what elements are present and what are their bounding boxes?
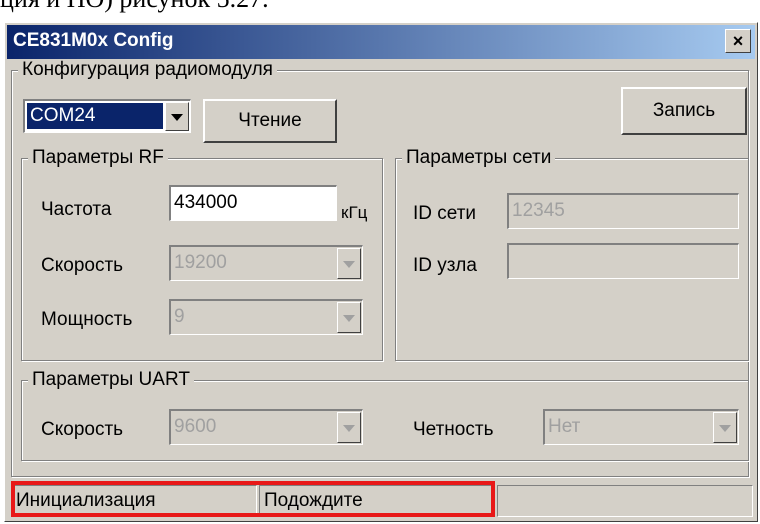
parity-value: Нет: [548, 416, 581, 437]
uart-speed-value: 9600: [174, 416, 217, 437]
rf-params-legend: Параметры RF: [28, 147, 168, 169]
uart-params-legend: Параметры UART: [28, 369, 194, 391]
status-highlight-box: [11, 481, 495, 517]
chevron-down-icon: [343, 424, 355, 432]
uart-speed-dropdown-button[interactable]: [337, 412, 361, 443]
parity-label: Четность: [413, 419, 494, 440]
port-dropdown-button[interactable]: [165, 102, 189, 131]
power-dropdown-button[interactable]: [337, 302, 361, 333]
rf-speed-dropdown-button[interactable]: [337, 248, 361, 279]
parity-select[interactable]: Нет: [543, 409, 739, 445]
rf-speed-value: 19200: [174, 252, 227, 273]
title-bar[interactable]: CE831M0x Config ×: [7, 25, 755, 59]
power-select[interactable]: 9: [169, 299, 363, 335]
chevron-down-icon: [171, 113, 183, 121]
power-value: 9: [174, 306, 185, 327]
document-caption-fragment: ция и ПО) рисунок 5.27.: [0, 0, 269, 14]
parity-dropdown-button[interactable]: [713, 412, 737, 443]
port-select-value: COM24: [27, 103, 163, 129]
close-button[interactable]: ×: [725, 29, 751, 53]
read-button[interactable]: Чтение: [203, 99, 337, 143]
node-id-input[interactable]: [507, 243, 739, 279]
net-id-input[interactable]: 12345: [507, 193, 739, 229]
close-icon: ×: [732, 31, 744, 51]
port-select[interactable]: COM24: [23, 99, 191, 133]
frequency-unit: кГц: [341, 203, 368, 222]
uart-speed-label: Скорость: [41, 419, 124, 440]
window-title: CE831M0x Config: [13, 30, 174, 51]
frequency-label: Частота: [41, 199, 112, 220]
net-id-label: ID сети: [413, 203, 477, 224]
radio-module-legend: Конфигурация радиомодуля: [18, 59, 277, 81]
chevron-down-icon: [343, 260, 355, 268]
write-button[interactable]: Запись: [621, 87, 747, 135]
frequency-input[interactable]: 434000: [169, 185, 337, 221]
chevron-down-icon: [719, 424, 731, 432]
power-label: Мощность: [41, 309, 133, 330]
rf-speed-select[interactable]: 19200: [169, 245, 363, 281]
rf-speed-label: Скорость: [41, 255, 124, 276]
config-dialog: CE831M0x Config × Конфигурация радиомоду…: [4, 22, 758, 522]
network-params-legend: Параметры сети: [402, 147, 556, 169]
uart-speed-select[interactable]: 9600: [169, 409, 363, 445]
status-pane-extra: [497, 485, 753, 517]
node-id-label: ID узла: [413, 255, 477, 276]
chevron-down-icon: [343, 314, 355, 322]
